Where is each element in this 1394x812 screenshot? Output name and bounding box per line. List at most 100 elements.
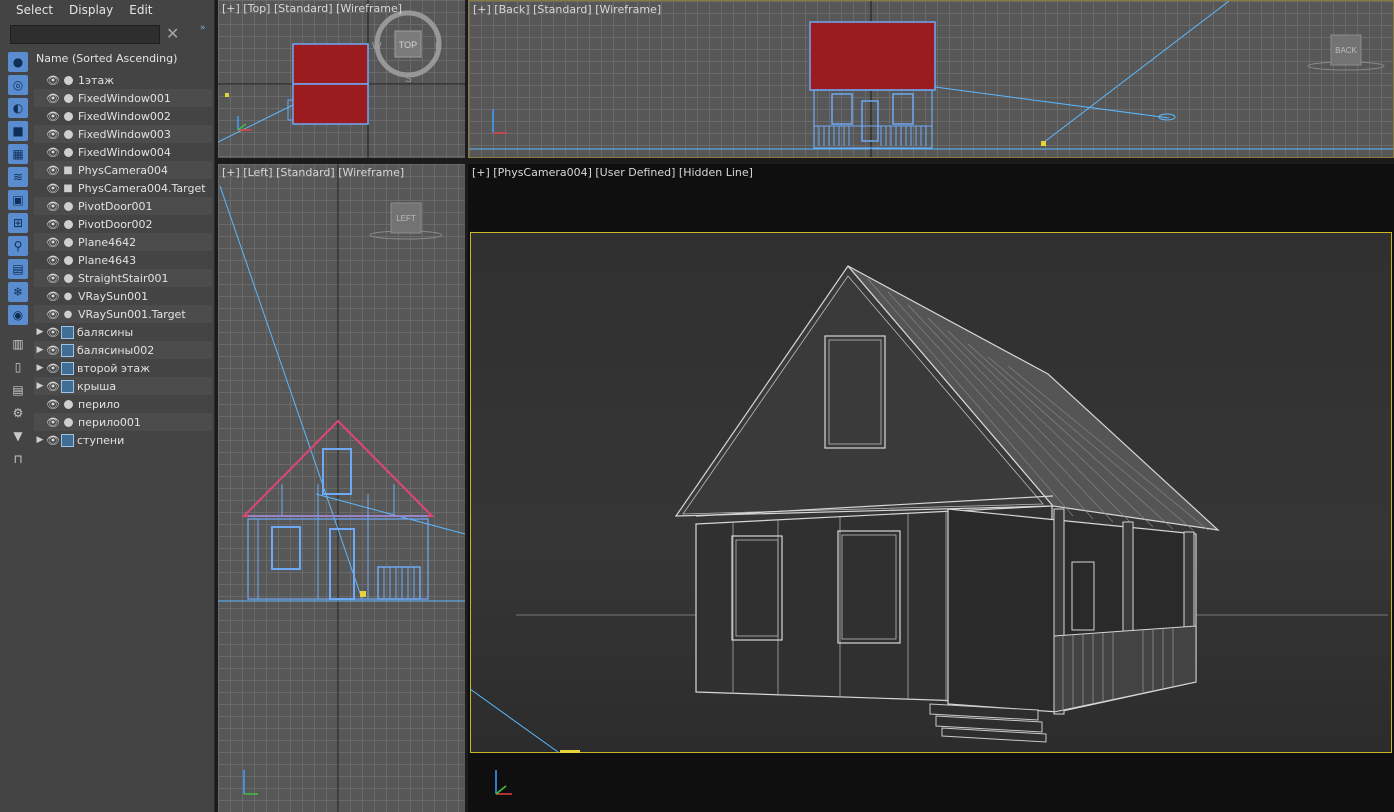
viewport-back-label[interactable]: [+] [Back] [Standard] [Wireframe] — [473, 3, 661, 16]
list-item[interactable]: 👁 перило — [34, 395, 212, 413]
list-item[interactable]: 👁 FixedWindow002 — [34, 107, 212, 125]
visibility-eye-icon[interactable]: 👁 — [46, 164, 60, 177]
lights-filter-icon[interactable]: ◐ — [8, 98, 28, 118]
visibility-eye-icon[interactable]: 👁 — [46, 326, 60, 339]
visibility-eye-icon[interactable]: 👁 — [46, 362, 60, 375]
helpers-filter-icon[interactable]: ▦ — [8, 144, 28, 164]
object-name: крыша — [77, 379, 117, 393]
groups-filter-icon[interactable]: ▣ — [8, 190, 28, 210]
visibility-eye-icon[interactable]: 👁 — [46, 182, 60, 195]
list-item[interactable]: 👁 PivotDoor002 — [34, 215, 212, 233]
list-item[interactable]: ▶ 👁 крыша — [34, 377, 212, 395]
object-name: FixedWindow002 — [78, 109, 171, 123]
viewport-top[interactable]: [+] [Top] [Standard] [Wireframe] TOP W E… — [218, 0, 465, 158]
list-item[interactable]: 👁 FixedWindow003 — [34, 125, 212, 143]
axis-tripod-icon — [243, 770, 258, 795]
viewport-back[interactable]: [+] [Back] [Standard] [Wireframe] BACK — [468, 0, 1394, 158]
cameras-filter-icon[interactable]: ■ — [8, 121, 28, 141]
top-cube-label: TOP — [399, 40, 417, 50]
back-view-drawing: BACK — [469, 1, 1393, 157]
visibility-eye-icon[interactable]: 👁 — [46, 92, 60, 105]
visibility-eye-icon[interactable]: 👁 — [46, 290, 60, 303]
clear-search-icon[interactable]: ✕ — [166, 24, 179, 43]
visibility-eye-icon[interactable]: 👁 — [46, 272, 60, 285]
menu-display[interactable]: Display — [69, 3, 113, 17]
viewport-left-label[interactable]: [+] [Left] [Standard] [Wireframe] — [222, 166, 404, 179]
explorer-filter-toolbar: ● ◎ ◐ ■ ▦ ≋ ▣ ⊞ ⚲ ▤ ❄ ◉ ▥ ▯ ▤ ⚙ ▼ ⊓ — [8, 52, 30, 482]
visibility-eye-icon[interactable]: 👁 — [46, 218, 60, 231]
invert-display-icon[interactable]: ▤ — [8, 380, 28, 400]
search-input[interactable] — [10, 25, 160, 44]
funnel-icon[interactable]: ▼ — [8, 426, 28, 446]
menu-select[interactable]: Select — [16, 3, 53, 17]
group-type-icon — [61, 379, 74, 393]
geometry-filter-icon[interactable]: ● — [8, 52, 28, 72]
list-item[interactable]: ▶ 👁 второй этаж — [34, 359, 212, 377]
visibility-eye-icon[interactable]: 👁 — [46, 254, 60, 267]
list-item[interactable]: 👁 PhysCamera004.Target — [34, 179, 212, 197]
list-item[interactable]: 👁 Plane4643 — [34, 251, 212, 269]
containers-filter-icon[interactable]: ▤ — [8, 259, 28, 279]
list-item[interactable]: 👁 Plane4642 — [34, 233, 212, 251]
visibility-eye-icon[interactable]: 👁 — [46, 398, 60, 411]
light-type-icon — [61, 290, 75, 302]
visibility-eye-icon[interactable]: 👁 — [46, 434, 60, 447]
visibility-eye-icon[interactable]: 👁 — [46, 110, 60, 123]
visibility-eye-icon[interactable]: 👁 — [46, 416, 60, 429]
list-item[interactable]: 👁 VRaySun001 — [34, 287, 212, 305]
column-header[interactable]: Name (Sorted Ascending) — [34, 52, 212, 68]
list-item[interactable]: 👁 FixedWindow004 — [34, 143, 212, 161]
expand-arrow-icon[interactable]: ▶ — [34, 435, 46, 445]
spacewarps-filter-icon[interactable]: ≋ — [8, 167, 28, 187]
shapes-filter-icon[interactable]: ◎ — [8, 75, 28, 95]
expand-arrow-icon[interactable]: ▶ — [34, 345, 46, 355]
visibility-eye-icon[interactable]: 👁 — [46, 380, 60, 393]
viewport-camera-label[interactable]: [+] [PhysCamera004] [User Defined] [Hidd… — [472, 166, 753, 179]
viewport-top-label[interactable]: [+] [Top] [Standard] [Wireframe] — [222, 2, 402, 15]
roof-footprint-lower — [292, 83, 369, 125]
group-type-icon — [61, 343, 74, 357]
expand-arrow-icon[interactable]: ▶ — [34, 363, 46, 373]
hidden-filter-icon[interactable]: ◉ — [8, 305, 28, 325]
list-item[interactable]: ▶ 👁 балясины — [34, 323, 212, 341]
visibility-eye-icon[interactable]: 👁 — [46, 128, 60, 141]
list-item[interactable]: 👁 PhysCamera004 — [34, 161, 212, 179]
layer-icon[interactable]: ⊓ — [8, 449, 28, 469]
expand-arrow-icon[interactable]: ▶ — [34, 381, 46, 391]
camera-type-icon — [61, 164, 75, 176]
compass-w: W — [372, 41, 382, 52]
filter-options-icon[interactable]: ⚙ — [8, 403, 28, 423]
expand-arrow-icon[interactable]: ▶ — [34, 327, 46, 337]
top-view-drawing: TOP W E S — [218, 0, 465, 158]
menu-edit[interactable]: Edit — [129, 3, 152, 17]
visibility-eye-icon[interactable]: 👁 — [46, 74, 60, 87]
viewport-left[interactable]: [+] [Left] [Standard] [Wireframe] LEFT — [218, 164, 465, 812]
display-none-icon[interactable]: ▯ — [8, 357, 28, 377]
list-item[interactable]: 👁 VRaySun001.Target — [34, 305, 212, 323]
bones-filter-icon[interactable]: ⚲ — [8, 236, 28, 256]
view-cube-left: LEFT — [369, 202, 443, 240]
list-item[interactable]: ▶ 👁 балясины002 — [34, 341, 212, 359]
frozen-filter-icon[interactable]: ❄ — [8, 282, 28, 302]
object-name: Plane4642 — [78, 235, 137, 249]
expand-chevron-icon[interactable]: » — [200, 23, 206, 33]
geometry-type-icon — [61, 254, 75, 266]
visibility-eye-icon[interactable]: 👁 — [46, 344, 60, 357]
viewport-camera[interactable]: [+] [PhysCamera004] [User Defined] [Hidd… — [468, 164, 1394, 812]
object-name: PhysCamera004.Target — [78, 181, 206, 195]
visibility-eye-icon[interactable]: 👁 — [46, 200, 60, 213]
list-item[interactable]: 👁 перило001 — [34, 413, 212, 431]
list-item[interactable]: 👁 FixedWindow001 — [34, 89, 212, 107]
list-item[interactable]: ▶ 👁 ступени — [34, 431, 212, 449]
list-item[interactable]: 👁 StraightStair001 — [34, 269, 212, 287]
visibility-eye-icon[interactable]: 👁 — [46, 146, 60, 159]
list-item[interactable]: 👁 PivotDoor001 — [34, 197, 212, 215]
visibility-eye-icon[interactable]: 👁 — [46, 236, 60, 249]
xrefs-filter-icon[interactable]: ⊞ — [8, 213, 28, 233]
object-name: второй этаж — [77, 361, 151, 375]
group-type-icon — [61, 361, 74, 375]
visibility-eye-icon[interactable]: 👁 — [46, 308, 60, 321]
display-all-icon[interactable]: ▥ — [8, 334, 28, 354]
geometry-type-icon — [61, 416, 75, 428]
list-item[interactable]: 👁 1этаж — [34, 71, 212, 89]
